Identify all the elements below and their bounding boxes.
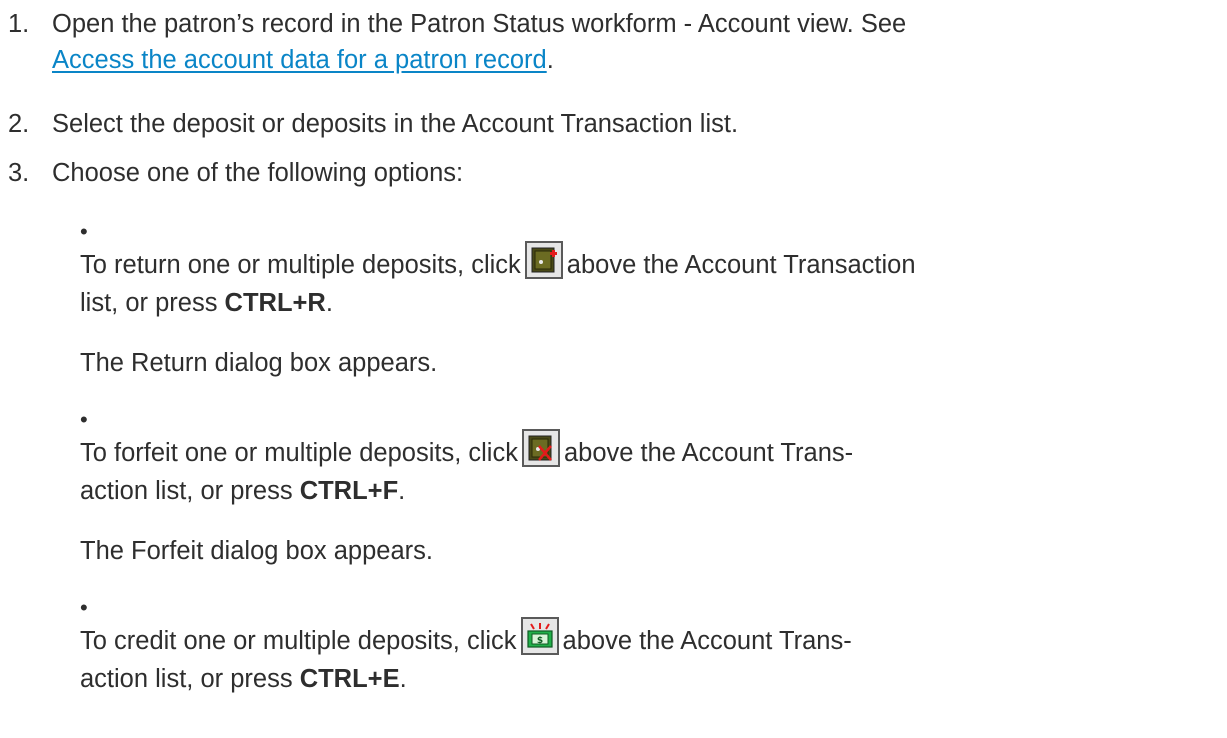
- keyboard-shortcut: CTRL+R: [224, 289, 326, 318]
- option-text: To forfeit one or multiple deposits, cli…: [80, 429, 1200, 509]
- return-deposit-icon: [531, 247, 557, 273]
- step-text: Choose one of the following options:: [52, 159, 464, 187]
- option-line2: action list, or press: [80, 477, 293, 506]
- access-account-data-link[interactable]: Access the account data for a patron rec…: [52, 46, 547, 74]
- option-text-before: To credit one or multiple deposits, clic…: [80, 627, 517, 655]
- bullet-dot: •: [80, 219, 88, 244]
- step-text: Open the patron’s record in the Patron S…: [52, 6, 1172, 78]
- credit-deposit-button[interactable]: $: [520, 617, 559, 656]
- step-text: Select the deposit or deposits in the Ac…: [52, 110, 739, 138]
- keyboard-shortcut: CTRL+E: [299, 665, 400, 694]
- forfeit-deposit-button[interactable]: [521, 429, 560, 468]
- option-text-after: above the Account Transaction: [566, 251, 916, 279]
- option-text-before: To return one or multiple deposits, clic…: [80, 251, 521, 279]
- return-deposit-button[interactable]: [524, 241, 563, 280]
- option-line2-suffix: .: [399, 665, 407, 694]
- step-number: 2.: [8, 110, 30, 138]
- option-result: The Forfeit dialog box appears.: [80, 537, 433, 565]
- option-line2-suffix: .: [325, 289, 333, 318]
- option-text-after: above the Account Trans-: [563, 439, 854, 467]
- option-result: The Return dialog box appears.: [80, 349, 438, 377]
- option-line2: list, or press: [80, 289, 218, 318]
- svg-text:$: $: [536, 636, 542, 646]
- option-text: To credit one or multiple deposits, clic…: [80, 617, 1200, 697]
- bullet-dot: •: [80, 407, 88, 432]
- step-number: 3.: [8, 159, 30, 187]
- option-text: To return one or multiple deposits, clic…: [80, 241, 1200, 321]
- step-text-before: Open the patron’s record in the Patron S…: [52, 10, 907, 38]
- step-number: 1.: [8, 10, 30, 38]
- credit-deposit-icon: $: [526, 623, 553, 648]
- option-line2-suffix: .: [398, 477, 406, 506]
- option-text-before: To forfeit one or multiple deposits, cli…: [80, 439, 518, 467]
- forfeit-deposit-icon: [528, 435, 552, 462]
- bullet-dot: •: [80, 595, 88, 620]
- option-line2: action list, or press: [80, 665, 293, 694]
- step-text-after: .: [546, 46, 554, 74]
- keyboard-shortcut: CTRL+F: [299, 477, 399, 506]
- option-text-after: above the Account Trans-: [562, 627, 852, 655]
